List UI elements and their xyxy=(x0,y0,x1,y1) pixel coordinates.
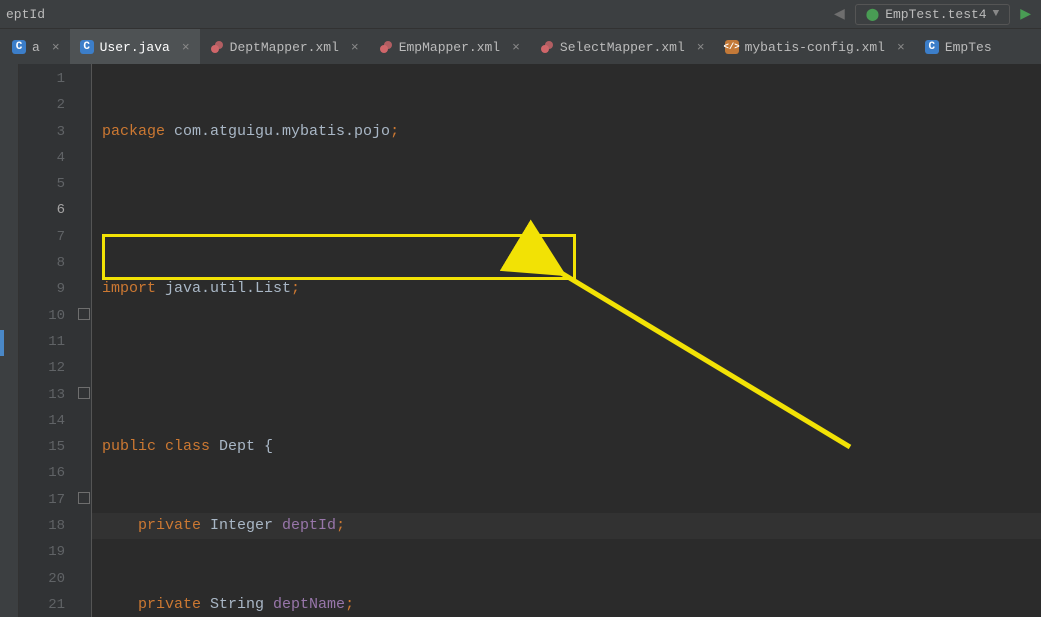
fold-toggle[interactable] xyxy=(78,387,90,399)
chevron-down-icon: ▼ xyxy=(993,8,1000,20)
fold-toggle[interactable] xyxy=(78,492,90,504)
editor-tab[interactable]: DeptMapper.xml × xyxy=(200,29,369,65)
file-type-icon xyxy=(379,40,393,54)
fold-gutter xyxy=(75,64,92,617)
file-type-icon: </> xyxy=(725,40,739,54)
line-number: 4 xyxy=(19,145,65,171)
editor-tab[interactable]: EmpMapper.xml × xyxy=(369,29,530,65)
fold-toggle[interactable] xyxy=(78,308,90,320)
line-number: 15 xyxy=(19,434,65,460)
run-button[interactable]: ▶ xyxy=(1016,6,1035,23)
line-number: 14 xyxy=(19,408,65,434)
code-line: package com.atguigu.mybatis.pojo; xyxy=(92,119,1041,145)
run-icon: ⬤ xyxy=(866,7,879,22)
run-config-selector[interactable]: ⬤ EmpTest.test4 ▼ xyxy=(855,4,1010,25)
line-number: 11 xyxy=(19,329,65,355)
tab-label: a xyxy=(32,40,40,55)
file-type-icon xyxy=(540,40,554,54)
line-number: 5 xyxy=(19,171,65,197)
breadcrumb-text: eptId xyxy=(6,7,45,22)
file-type-icon: C xyxy=(80,40,94,54)
file-type-icon xyxy=(210,40,224,54)
code-area[interactable]: package com.atguigu.mybatis.pojo; import… xyxy=(92,64,1041,617)
editor-tab[interactable]: C EmpTes xyxy=(915,29,1002,65)
close-tab-icon[interactable]: × xyxy=(52,40,60,55)
code-line: private String deptName; xyxy=(92,592,1041,617)
tab-label: SelectMapper.xml xyxy=(560,40,685,55)
line-number: 8 xyxy=(19,250,65,276)
tab-label: mybatis-config.xml xyxy=(745,40,885,55)
nav-back-icon[interactable]: ◀ xyxy=(830,6,849,23)
line-number: 17 xyxy=(19,487,65,513)
line-number: 16 xyxy=(19,460,65,486)
editor-tab-bar: Ca×CUser.java×DeptMapper.xml×EmpMapper.x… xyxy=(0,29,1041,66)
line-number: 3 xyxy=(19,119,65,145)
line-number: 10 xyxy=(19,303,65,329)
code-line xyxy=(92,355,1041,381)
close-tab-icon[interactable]: × xyxy=(697,40,705,55)
breadcrumb-bar: eptId ◀ ⬤ EmpTest.test4 ▼ ▶ xyxy=(0,0,1041,29)
line-number: 13 xyxy=(19,382,65,408)
code-line-current: private Integer deptId; xyxy=(92,513,1041,539)
line-number: 12 xyxy=(19,355,65,381)
line-number: 2 xyxy=(19,92,65,118)
line-number: 19 xyxy=(19,539,65,565)
editor: 12345678910111213141516171819202122 pack… xyxy=(0,64,1041,617)
editor-tab[interactable]: C User.java × xyxy=(70,29,200,65)
code-line xyxy=(92,197,1041,223)
close-tab-icon[interactable]: × xyxy=(512,40,520,55)
editor-tab[interactable]: SelectMapper.xml × xyxy=(530,29,715,65)
file-type-icon: C xyxy=(12,40,26,54)
tab-label: User.java xyxy=(100,40,170,55)
code-line: import java.util.List; xyxy=(92,276,1041,302)
method-marker xyxy=(0,330,4,356)
tab-label: DeptMapper.xml xyxy=(230,40,339,55)
close-tab-icon[interactable]: × xyxy=(897,40,905,55)
close-tab-icon[interactable]: × xyxy=(351,40,359,55)
tab-label: EmpMapper.xml xyxy=(399,40,500,55)
line-number: 6 xyxy=(19,197,65,223)
line-number: 21 xyxy=(19,592,65,617)
file-type-icon: C xyxy=(925,40,939,54)
line-number: 9 xyxy=(19,276,65,302)
run-config-label: EmpTest.test4 xyxy=(885,7,986,22)
close-tab-icon[interactable]: × xyxy=(182,40,190,55)
editor-tab[interactable]: Ca × xyxy=(2,29,70,65)
line-number-gutter: 12345678910111213141516171819202122 xyxy=(19,64,75,617)
editor-tab[interactable]: </> mybatis-config.xml × xyxy=(715,29,915,65)
marker-strip xyxy=(0,64,19,617)
code-line: public class Dept { xyxy=(92,434,1041,460)
tab-label: EmpTes xyxy=(945,40,992,55)
line-number: 7 xyxy=(19,224,65,250)
line-number: 1 xyxy=(19,66,65,92)
line-number: 20 xyxy=(19,566,65,592)
line-number: 18 xyxy=(19,513,65,539)
